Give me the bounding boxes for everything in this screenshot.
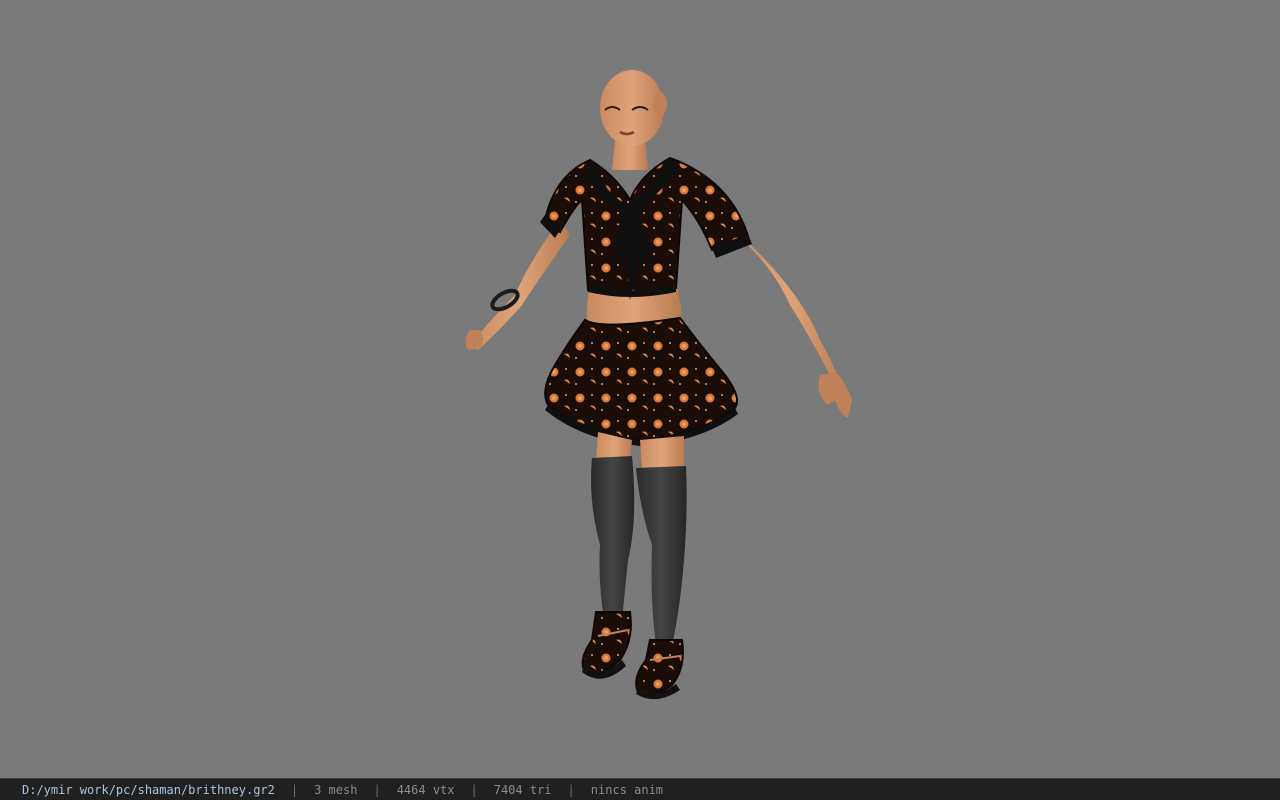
anim-status: nincs anim (590, 782, 664, 797)
status-separator: | (470, 782, 478, 797)
vertex-count: 4464 vtx (396, 782, 455, 797)
file-path: D:/ymir work/pc/shaman/brithney.gr2 (22, 782, 275, 797)
3d-viewport[interactable] (0, 0, 1280, 778)
triangle-count: 7404 tri (493, 782, 552, 797)
character-model-icon[interactable] (0, 0, 1280, 778)
status-bar: D:/ymir work/pc/shaman/brithney.gr2 | 3 … (0, 778, 1280, 800)
mesh-count: 3 mesh (314, 782, 358, 797)
status-separator: | (567, 782, 575, 797)
status-separator: | (290, 782, 299, 797)
status-separator: | (373, 782, 381, 797)
